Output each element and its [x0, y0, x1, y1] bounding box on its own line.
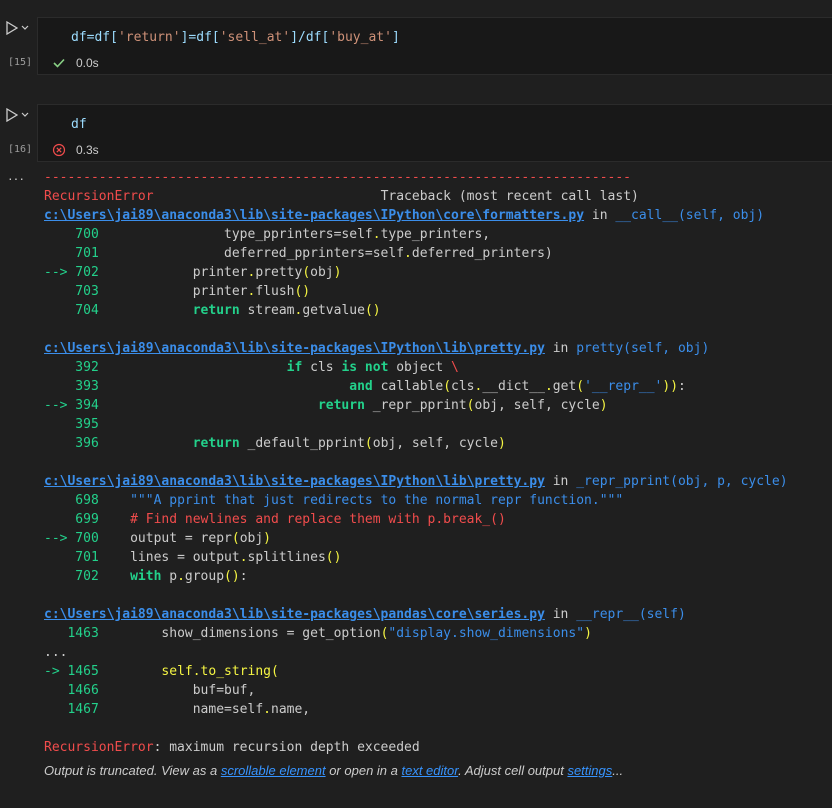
file-link[interactable]: c:\Users\jai89\anaconda3\lib\site-packag… — [44, 474, 545, 489]
execution-count: [15] — [8, 57, 33, 68]
file-link[interactable]: c:\Users\jai89\anaconda3\lib\site-packag… — [44, 341, 545, 356]
code-line: 700 type_pprinters=self.type_printers, — [44, 227, 491, 242]
code-line: 698 """A pprint that just redirects to t… — [44, 493, 624, 508]
file-link[interactable]: c:\Users\jai89\anaconda3\lib\site-packag… — [44, 607, 545, 622]
text-editor-link[interactable]: text editor — [401, 763, 458, 778]
error-icon — [52, 143, 66, 157]
code-line: 699 # Find newlines and replace them wit… — [44, 512, 506, 527]
code-line: df=df['return']=df['sell_at']/df['buy_at… — [71, 30, 400, 45]
code-line: 393 and callable(cls.__dict__.get('__rep… — [44, 379, 686, 394]
code-line: 701 deferred_pprinters=self.deferred_pri… — [44, 246, 553, 261]
traceback-header: RecursionError Traceback (most recent ca… — [44, 189, 639, 204]
traceback-frame: c:\Users\jai89\anaconda3\lib\site-packag… — [44, 341, 710, 356]
check-icon — [53, 58, 65, 68]
truncation-notice: Output is truncated. View as a scrollabl… — [44, 763, 624, 778]
chevron-down-icon[interactable] — [20, 110, 30, 120]
code-line-current: --> 702 printer.pretty(obj) — [44, 265, 342, 280]
traceback-frame: c:\Users\jai89\anaconda3\lib\site-packag… — [44, 208, 765, 223]
execution-status: 0.0s — [52, 56, 99, 70]
traceback-separator: ----------------------------------------… — [44, 170, 631, 185]
scrollable-element-link[interactable]: scrollable element — [221, 763, 326, 778]
execution-time: 0.3s — [76, 143, 99, 157]
code-line: 1466 buf=buf, — [44, 683, 256, 698]
code-line: 702 with p.group(): — [44, 569, 248, 584]
play-icon — [6, 21, 18, 35]
run-cell-button[interactable] — [6, 20, 30, 36]
code-line-current: --> 394 return _repr_pprint(obj, self, c… — [44, 398, 608, 413]
play-icon — [6, 108, 18, 122]
code-line: 392 if cls is not object \ — [44, 360, 459, 375]
run-cell-button[interactable] — [6, 107, 30, 123]
code-line-current: -> 1465 self.to_string( — [44, 664, 279, 679]
code-line: 1463 show_dimensions = get_option("displ… — [44, 626, 592, 641]
code-line: 396 return _default_pprint(obj, self, cy… — [44, 436, 506, 451]
error-message: RecursionError: maximum recursion depth … — [44, 740, 420, 755]
file-link[interactable]: c:\Users\jai89\anaconda3\lib\site-packag… — [44, 208, 584, 223]
code-line: df — [71, 117, 87, 132]
code-line: ... — [44, 645, 68, 660]
ellipsis-icon[interactable]: ··· — [8, 170, 25, 186]
code-line-current: --> 700 output = repr(obj) — [44, 531, 271, 546]
code-line: 1467 name=self.name, — [44, 702, 311, 717]
execution-time: 0.0s — [76, 56, 99, 70]
code-editor[interactable]: df 0.3s — [37, 104, 832, 162]
settings-link[interactable]: settings — [567, 763, 612, 778]
cell-output: ----------------------------------------… — [44, 168, 824, 757]
code-line: 395 — [44, 417, 107, 432]
code-line: 703 printer.flush() — [44, 284, 311, 299]
code-line: 704 return stream.getvalue() — [44, 303, 381, 318]
chevron-down-icon[interactable] — [20, 23, 30, 33]
execution-status: 0.3s — [52, 143, 99, 157]
traceback-frame: c:\Users\jai89\anaconda3\lib\site-packag… — [44, 474, 788, 489]
code-editor[interactable]: df=df['return']=df['sell_at']/df['buy_at… — [37, 17, 832, 75]
traceback-frame: c:\Users\jai89\anaconda3\lib\site-packag… — [44, 607, 686, 622]
code-line: 701 lines = output.splitlines() — [44, 550, 342, 565]
execution-count: [16] — [8, 144, 33, 155]
